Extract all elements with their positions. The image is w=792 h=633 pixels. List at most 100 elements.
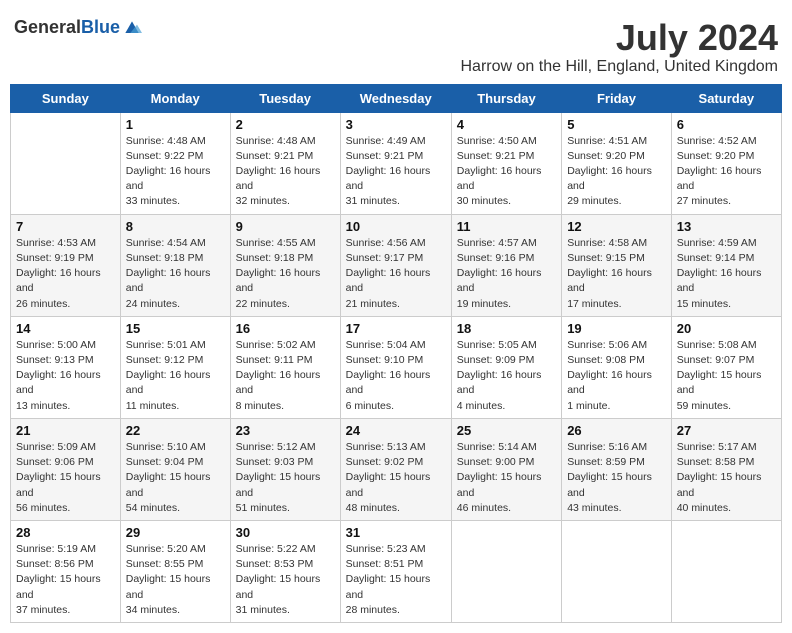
logo: GeneralBlue	[14, 18, 142, 38]
day-number: 31	[346, 525, 446, 540]
calendar-cell	[562, 520, 672, 622]
calendar-cell: 17Sunrise: 5:04 AMSunset: 9:10 PMDayligh…	[340, 316, 451, 418]
day-info: Sunrise: 5:02 AMSunset: 9:11 PMDaylight:…	[236, 338, 335, 414]
calendar-cell: 25 Sunrise: 5:14 AMSunset: 9:00 PMDayligh…	[451, 418, 561, 520]
calendar-cell: 21 Sunrise: 5:09 AMSunset: 9:06 PMDayligh…	[11, 418, 121, 520]
day-number: 2	[236, 117, 335, 132]
calendar-cell: 24 Sunrise: 5:13 AMSunset: 9:02 PMDayligh…	[340, 418, 451, 520]
calendar-cell: 2 Sunrise: 4:48 AMSunset: 9:21 PMDaylight…	[230, 112, 340, 214]
day-number: 1	[126, 117, 225, 132]
day-info: Sunrise: 4:48 AMSunset: 9:21 PMDaylight:…	[236, 134, 335, 210]
day-number: 24	[346, 423, 446, 438]
calendar-week-row: 28Sunrise: 5:19 AMSunset: 8:56 PMDayligh…	[11, 520, 782, 622]
calendar-cell: 14 Sunrise: 5:00 AMSunset: 9:13 PMDayligh…	[11, 316, 121, 418]
day-info: Sunrise: 4:59 AMSunset: 9:14 PMDaylight:…	[677, 236, 776, 312]
calendar-cell: 15 Sunrise: 5:01 AMSunset: 9:12 PMDayligh…	[120, 316, 230, 418]
day-info: Sunrise: 4:53 AMSunset: 9:19 PMDaylight:…	[16, 236, 115, 312]
calendar-table: SundayMondayTuesdayWednesdayThursdayFrid…	[10, 84, 782, 623]
day-number: 25	[457, 423, 556, 438]
calendar-cell: 4Sunrise: 4:50 AMSunset: 9:21 PMDaylight…	[451, 112, 561, 214]
title-block: July 2024 Harrow on the Hill, England, U…	[461, 18, 779, 76]
day-number: 11	[457, 219, 556, 234]
day-info: Sunrise: 5:14 AMSunset: 9:00 PMDaylight:…	[457, 440, 556, 516]
logo-general-text: General	[14, 17, 81, 37]
calendar-week-row: 14 Sunrise: 5:00 AMSunset: 9:13 PMDayligh…	[11, 316, 782, 418]
day-number: 4	[457, 117, 556, 132]
day-info: Sunrise: 5:05 AMSunset: 9:09 PMDaylight:…	[457, 338, 556, 414]
calendar-cell	[451, 520, 561, 622]
day-info: Sunrise: 4:57 AMSunset: 9:16 PMDaylight:…	[457, 236, 556, 312]
calendar-cell: 7 Sunrise: 4:53 AMSunset: 9:19 PMDaylight…	[11, 214, 121, 316]
calendar-cell: 27 Sunrise: 5:17 AMSunset: 8:58 PMDayligh…	[671, 418, 781, 520]
calendar-cell: 19Sunrise: 5:06 AMSunset: 9:08 PMDayligh…	[562, 316, 672, 418]
calendar-cell: 16Sunrise: 5:02 AMSunset: 9:11 PMDayligh…	[230, 316, 340, 418]
day-number: 3	[346, 117, 446, 132]
day-number: 29	[126, 525, 225, 540]
calendar-cell: 8 Sunrise: 4:54 AMSunset: 9:18 PMDaylight…	[120, 214, 230, 316]
calendar-cell	[671, 520, 781, 622]
weekday-header-thursday: Thursday	[451, 84, 561, 112]
day-info: Sunrise: 5:17 AMSunset: 8:58 PMDaylight:…	[677, 440, 776, 516]
month-title: July 2024	[461, 18, 779, 58]
calendar-cell: 30 Sunrise: 5:22 AMSunset: 8:53 PMDayligh…	[230, 520, 340, 622]
logo-blue-text: Blue	[81, 17, 120, 37]
calendar-cell: 29 Sunrise: 5:20 AMSunset: 8:55 PMDayligh…	[120, 520, 230, 622]
calendar-cell: 31Sunrise: 5:23 AMSunset: 8:51 PMDayligh…	[340, 520, 451, 622]
day-number: 21	[16, 423, 115, 438]
day-number: 19	[567, 321, 666, 336]
day-info: Sunrise: 4:49 AMSunset: 9:21 PMDaylight:…	[346, 134, 446, 210]
calendar-cell: 20 Sunrise: 5:08 AMSunset: 9:07 PMDayligh…	[671, 316, 781, 418]
calendar-cell: 1Sunrise: 4:48 AMSunset: 9:22 PMDaylight…	[120, 112, 230, 214]
day-info: Sunrise: 5:13 AMSunset: 9:02 PMDaylight:…	[346, 440, 446, 516]
calendar-cell	[11, 112, 121, 214]
day-number: 14	[16, 321, 115, 336]
day-number: 7	[16, 219, 115, 234]
day-number: 20	[677, 321, 776, 336]
day-number: 9	[236, 219, 335, 234]
day-info: Sunrise: 5:00 AMSunset: 9:13 PMDaylight:…	[16, 338, 115, 414]
day-info: Sunrise: 5:04 AMSunset: 9:10 PMDaylight:…	[346, 338, 446, 414]
day-number: 6	[677, 117, 776, 132]
day-number: 8	[126, 219, 225, 234]
day-info: Sunrise: 5:19 AMSunset: 8:56 PMDaylight:…	[16, 542, 115, 618]
day-info: Sunrise: 4:54 AMSunset: 9:18 PMDaylight:…	[126, 236, 225, 312]
calendar-cell: 18 Sunrise: 5:05 AMSunset: 9:09 PMDayligh…	[451, 316, 561, 418]
day-info: Sunrise: 4:58 AMSunset: 9:15 PMDaylight:…	[567, 236, 666, 312]
day-number: 15	[126, 321, 225, 336]
calendar-cell: 23Sunrise: 5:12 AMSunset: 9:03 PMDayligh…	[230, 418, 340, 520]
calendar-week-row: 21 Sunrise: 5:09 AMSunset: 9:06 PMDayligh…	[11, 418, 782, 520]
calendar-cell: 26Sunrise: 5:16 AMSunset: 8:59 PMDayligh…	[562, 418, 672, 520]
day-number: 13	[677, 219, 776, 234]
day-info: Sunrise: 4:52 AMSunset: 9:20 PMDaylight:…	[677, 134, 776, 210]
calendar-cell: 6 Sunrise: 4:52 AMSunset: 9:20 PMDaylight…	[671, 112, 781, 214]
day-info: Sunrise: 5:01 AMSunset: 9:12 PMDaylight:…	[126, 338, 225, 414]
weekday-header-monday: Monday	[120, 84, 230, 112]
calendar-cell: 28Sunrise: 5:19 AMSunset: 8:56 PMDayligh…	[11, 520, 121, 622]
day-info: Sunrise: 4:51 AMSunset: 9:20 PMDaylight:…	[567, 134, 666, 210]
logo-icon	[122, 18, 142, 38]
day-info: Sunrise: 5:10 AMSunset: 9:04 PMDaylight:…	[126, 440, 225, 516]
day-number: 27	[677, 423, 776, 438]
weekday-header-wednesday: Wednesday	[340, 84, 451, 112]
day-info: Sunrise: 5:22 AMSunset: 8:53 PMDaylight:…	[236, 542, 335, 618]
location-title: Harrow on the Hill, England, United King…	[461, 58, 779, 76]
day-info: Sunrise: 5:08 AMSunset: 9:07 PMDaylight:…	[677, 338, 776, 414]
calendar-cell: 10Sunrise: 4:56 AMSunset: 9:17 PMDayligh…	[340, 214, 451, 316]
calendar-cell: 11 Sunrise: 4:57 AMSunset: 9:16 PMDayligh…	[451, 214, 561, 316]
weekday-header-sunday: Sunday	[11, 84, 121, 112]
day-info: Sunrise: 5:09 AMSunset: 9:06 PMDaylight:…	[16, 440, 115, 516]
weekday-header-friday: Friday	[562, 84, 672, 112]
calendar-week-row: 7 Sunrise: 4:53 AMSunset: 9:19 PMDaylight…	[11, 214, 782, 316]
day-number: 5	[567, 117, 666, 132]
weekday-header-saturday: Saturday	[671, 84, 781, 112]
day-info: Sunrise: 4:55 AMSunset: 9:18 PMDaylight:…	[236, 236, 335, 312]
day-number: 12	[567, 219, 666, 234]
calendar-cell: 12 Sunrise: 4:58 AMSunset: 9:15 PMDayligh…	[562, 214, 672, 316]
day-info: Sunrise: 5:20 AMSunset: 8:55 PMDaylight:…	[126, 542, 225, 618]
day-number: 22	[126, 423, 225, 438]
day-number: 18	[457, 321, 556, 336]
day-number: 30	[236, 525, 335, 540]
day-info: Sunrise: 5:16 AMSunset: 8:59 PMDaylight:…	[567, 440, 666, 516]
day-number: 23	[236, 423, 335, 438]
header: GeneralBlue July 2024 Harrow on the Hill…	[10, 10, 782, 80]
